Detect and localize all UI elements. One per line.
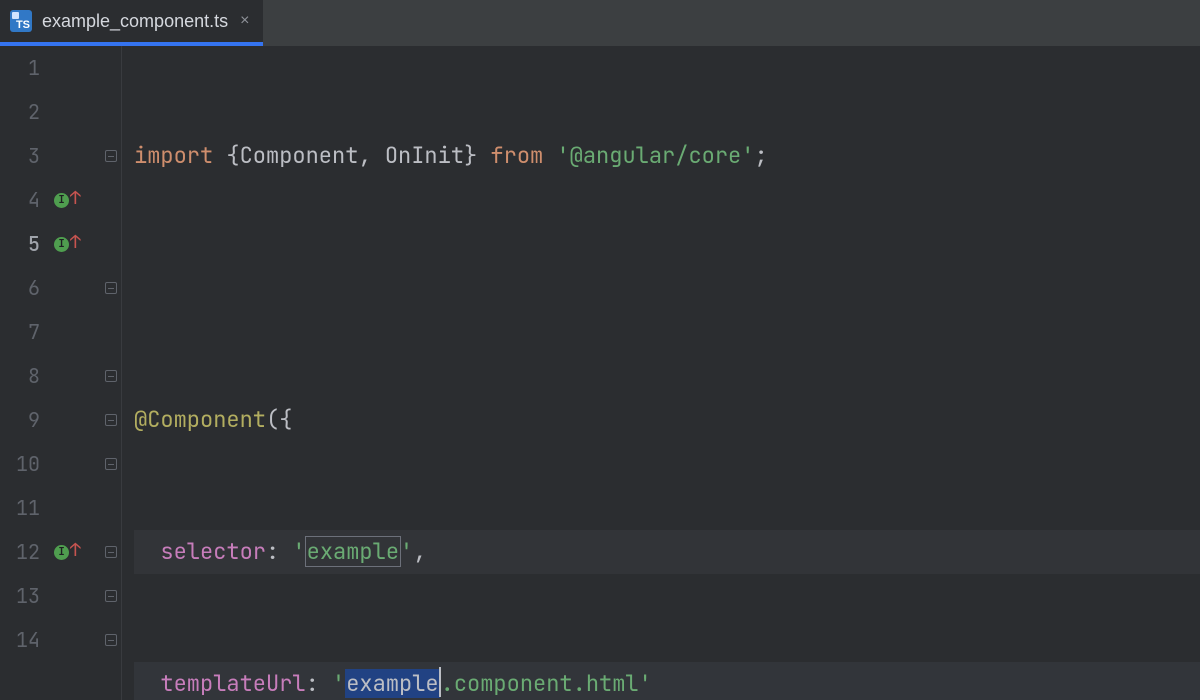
line-number-gutter: 1 2 3 4 5 6 7 8 9 10 11 12 13 14 — [0, 46, 50, 700]
line-number[interactable]: 6 — [0, 266, 40, 310]
line-number[interactable]: 2 — [0, 90, 40, 134]
code-line[interactable]: selector: 'example', — [134, 530, 1200, 574]
line-number[interactable]: 13 — [0, 574, 40, 618]
string: @angular/core — [570, 141, 742, 170]
code-line[interactable]: import {Component, OnInit} from '@angula… — [134, 134, 1200, 178]
string-quote: ' — [639, 669, 652, 698]
punctuation: , — [413, 537, 426, 566]
file-tab-label: example_component.ts — [42, 11, 228, 32]
fold-toggle-icon[interactable] — [105, 634, 117, 646]
inlay-change-marker[interactable]: I↑ — [54, 530, 81, 574]
punctuation: : — [306, 669, 332, 698]
code-line-current[interactable]: templateUrl: 'example.component.html' — [134, 662, 1200, 700]
inlay-change-marker[interactable]: I↑ — [54, 222, 81, 266]
inlay-change-marker[interactable]: I↑ — [54, 178, 81, 222]
line-number[interactable]: 11 — [0, 486, 40, 530]
punctuation: , — [358, 141, 384, 170]
line-number[interactable]: 12 — [0, 530, 40, 574]
identifier: OnInit — [385, 141, 464, 170]
property-key: templateUrl — [160, 669, 305, 698]
fold-toggle-icon[interactable] — [105, 458, 117, 470]
code-line[interactable] — [134, 266, 1200, 310]
code-line[interactable]: @Component({ — [134, 398, 1200, 442]
decorator-at: @ — [134, 405, 147, 434]
string-quote: ' — [292, 537, 305, 566]
line-number[interactable]: 10 — [0, 442, 40, 486]
keyword: from — [477, 141, 556, 170]
line-number[interactable]: 8 — [0, 354, 40, 398]
fold-toggle-icon[interactable] — [105, 414, 117, 426]
decorator-name: Component — [147, 405, 266, 434]
line-number[interactable]: 7 — [0, 310, 40, 354]
brace: ({ — [266, 405, 292, 434]
gutter-marks: I↑ I↑ I↑ — [50, 46, 104, 700]
punctuation: : — [266, 537, 292, 566]
fold-toggle-icon[interactable] — [105, 282, 117, 294]
property-key: selector — [160, 537, 266, 566]
string-quote: ' — [332, 669, 345, 698]
line-number[interactable]: 1 — [0, 46, 40, 90]
fold-column — [104, 46, 122, 700]
punctuation: ; — [754, 141, 767, 170]
file-tab[interactable]: TS example_component.ts × — [0, 0, 263, 46]
indent — [134, 669, 160, 698]
fold-toggle-icon[interactable] — [105, 370, 117, 382]
brace: { — [226, 141, 239, 170]
code-editor[interactable]: 1 2 3 4 5 6 7 8 9 10 11 12 13 14 I↑ I↑ I… — [0, 46, 1200, 700]
fold-toggle-icon[interactable] — [105, 546, 117, 558]
rename-occurrence[interactable]: example — [306, 537, 400, 566]
fold-toggle-icon[interactable] — [105, 150, 117, 162]
code-area[interactable]: import {Component, OnInit} from '@angula… — [122, 46, 1200, 700]
line-number[interactable]: 9 — [0, 398, 40, 442]
string-quote: ' — [741, 141, 754, 170]
fold-toggle-icon[interactable] — [105, 590, 117, 602]
indent — [134, 537, 160, 566]
editor-tab-bar: TS example_component.ts × — [0, 0, 1200, 46]
string-quote: ' — [400, 537, 413, 566]
line-number[interactable]: 14 — [0, 618, 40, 662]
line-number[interactable]: 4 — [0, 178, 40, 222]
rename-selection[interactable]: example — [345, 669, 439, 698]
brace: } — [464, 141, 477, 170]
close-tab-icon[interactable]: × — [238, 12, 249, 30]
string: .component.html — [441, 669, 639, 698]
identifier: Component — [240, 141, 359, 170]
keyword: import — [134, 141, 213, 170]
line-number[interactable]: 3 — [0, 134, 40, 178]
string-quote: ' — [556, 141, 569, 170]
line-number-current[interactable]: 5 — [0, 222, 40, 266]
typescript-file-icon: TS — [10, 10, 32, 32]
